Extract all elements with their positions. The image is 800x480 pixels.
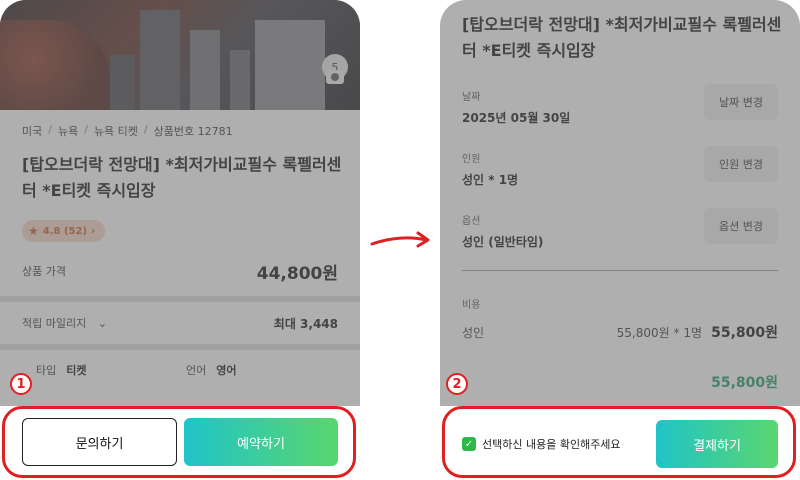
change-people-button[interactable]: 인원 변경	[704, 146, 778, 182]
breadcrumb-item[interactable]: 뉴욕 티켓	[94, 123, 138, 139]
section-divider	[462, 270, 778, 271]
cost-item-sum: 55,800원	[711, 325, 778, 341]
type-value: 티켓	[66, 364, 87, 377]
confirm-text: 선택하신 내용을 확인해주세요	[482, 438, 621, 451]
cost-item-name: 성인	[462, 325, 485, 340]
chevron-down-icon[interactable]: ⌄	[98, 317, 107, 330]
mileage-value: 최대 3,448	[273, 316, 338, 331]
change-date-button[interactable]: 날짜 변경	[704, 84, 778, 120]
type-info: 타입 티켓	[36, 362, 87, 378]
step-marker: 1	[10, 373, 32, 395]
breadcrumb: 미국 / 뉴욕 / 뉴욕 티켓 / 상품번호 12781	[22, 123, 233, 139]
flow-arrow-icon	[370, 231, 430, 248]
product-hero-image[interactable]: 5	[0, 0, 360, 110]
section-divider	[0, 344, 360, 350]
ticket-option: 옵션 성인 (일반타임) 옵션 변경	[462, 208, 778, 250]
price-row: 상품 가격 44,800원	[22, 258, 338, 284]
breadcrumb-item[interactable]: 뉴욕	[58, 123, 78, 139]
total-price: 55,800원	[711, 375, 778, 391]
comparison-canvas: 5 미국 / 뉴욕 / 뉴욕 티켓 / 상품번호 12781 [탑오브더락 전망…	[0, 0, 800, 480]
type-label: 타입	[36, 364, 57, 377]
cost-line-item: 성인 55,800원 * 1명 55,800원	[462, 322, 778, 342]
date-option: 날짜 2025년 05월 30일 날짜 변경	[462, 84, 778, 126]
breadcrumb-separator: /	[84, 123, 88, 136]
cost-label: 비용	[462, 300, 481, 311]
product-title: [탑오브더락 전망대] *최저가비교필수 록펠러센터 *E티켓 즉시입장	[462, 15, 782, 60]
product-title: [탑오브더락 전망대] *최저가비교필수 록펠러센터 *E티켓 즉시입장	[22, 155, 342, 200]
mileage-row[interactable]: 적립 마일리지 ⌄ 최대 3,448	[22, 312, 338, 334]
step-marker: 2	[446, 373, 468, 395]
cost-item-calc: 55,800원 * 1명	[616, 325, 702, 340]
price-label: 상품 가격	[22, 265, 66, 278]
bottom-action-bar: ✓ 선택하신 내용을 확인해주세요 결제하기	[440, 406, 800, 480]
bottom-action-bar: 문의하기 예약하기	[0, 406, 360, 480]
rating-text: 4.8 (52)	[42, 225, 88, 237]
product-number: 상품번호 12781	[153, 125, 233, 138]
change-option-button[interactable]: 옵션 변경	[704, 208, 778, 244]
chevron-right-icon: ›	[91, 225, 96, 237]
pay-button[interactable]: 결제하기	[656, 420, 778, 468]
breadcrumb-separator: /	[48, 123, 52, 136]
language-value: 영어	[216, 364, 237, 377]
language-label: 언어	[186, 364, 207, 377]
camera-icon	[326, 70, 344, 84]
breadcrumb-item[interactable]: 미국	[22, 123, 42, 139]
confirm-message: ✓ 선택하신 내용을 확인해주세요	[462, 436, 621, 452]
mileage-label: 적립 마일리지	[22, 317, 87, 330]
price-value: 44,800원	[256, 263, 338, 284]
reserve-button[interactable]: 예약하기	[184, 418, 338, 466]
checkmark-icon: ✓	[462, 437, 476, 451]
language-info: 언어 영어	[186, 362, 237, 378]
people-option: 인원 성인 * 1명 인원 변경	[462, 146, 778, 188]
inquiry-button[interactable]: 문의하기	[22, 418, 177, 466]
star-icon: ★	[28, 224, 39, 238]
breadcrumb-separator: /	[143, 123, 148, 136]
booking-summary-screen: [탑오브더락 전망대] *최저가비교필수 록펠러센터 *E티켓 즉시입장 날짜 …	[440, 0, 800, 480]
product-detail-screen: 5 미국 / 뉴욕 / 뉴욕 티켓 / 상품번호 12781 [탑오브더락 전망…	[0, 0, 360, 480]
rating-badge[interactable]: ★ 4.8 (52) ›	[22, 220, 106, 242]
section-divider	[0, 296, 360, 302]
